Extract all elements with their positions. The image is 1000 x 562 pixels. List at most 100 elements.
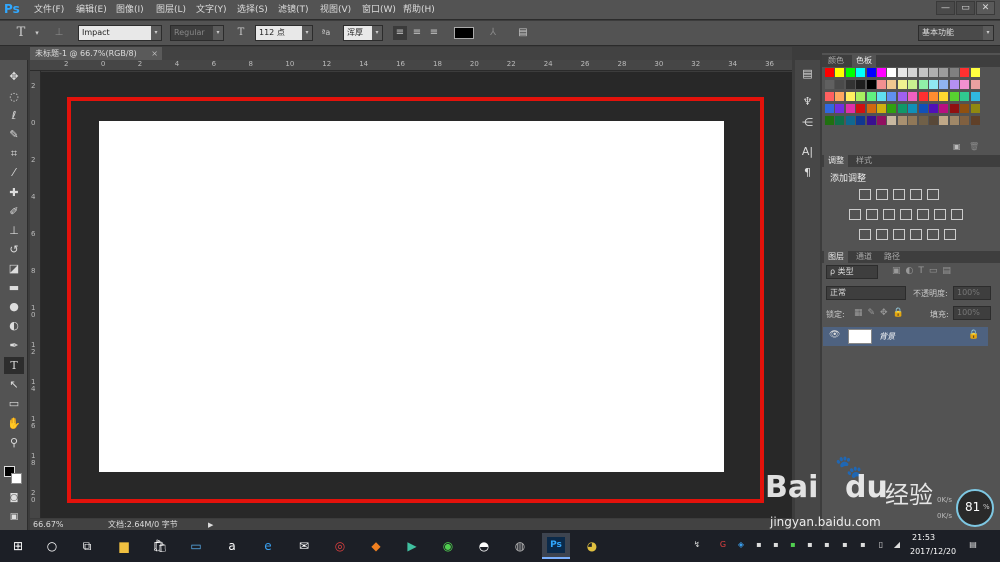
color-swatch[interactable] <box>929 116 938 125</box>
tab-styles[interactable]: 样式 <box>852 155 876 167</box>
quick-mask-icon[interactable]: ◙ <box>4 490 24 507</box>
background-color-swatch[interactable] <box>11 473 22 484</box>
file-explorer-icon[interactable]: ▆ <box>114 536 134 556</box>
opacity-input[interactable]: 100% <box>953 286 991 300</box>
text-color-swatch[interactable] <box>454 27 474 39</box>
color-swatch[interactable] <box>897 68 907 77</box>
menu-select[interactable]: 选择(S) <box>237 0 268 20</box>
tab-paths[interactable]: 路径 <box>880 251 904 263</box>
color-swatch[interactable] <box>908 92 918 101</box>
tray-icon-7[interactable]: ▪ <box>805 540 815 550</box>
chevron-down-icon[interactable]: ▾ <box>30 26 44 40</box>
color-swatch[interactable] <box>825 92 834 101</box>
menu-layer[interactable]: 图层(L) <box>156 0 186 20</box>
color-swatch[interactable] <box>970 92 980 101</box>
adjustment-icon[interactable] <box>900 209 912 220</box>
color-swatch[interactable] <box>835 92 845 101</box>
menu-type[interactable]: 文字(Y) <box>196 0 227 20</box>
net-meter[interactable]: 81 % <box>956 489 994 527</box>
align-left-icon[interactable]: ≡ <box>393 26 407 40</box>
netease-music-icon[interactable]: ◎ <box>330 536 350 556</box>
crop-tool-icon[interactable]: ⌗ <box>4 145 24 162</box>
character-panel-icon[interactable]: A| <box>798 143 817 160</box>
color-swatch[interactable] <box>835 68 845 77</box>
amazon-icon[interactable]: a <box>222 536 242 556</box>
adjustment-icon[interactable] <box>944 229 956 240</box>
color-swatch[interactable] <box>845 68 855 77</box>
color-swatch[interactable] <box>897 80 907 89</box>
qq-icon[interactable]: ◓ <box>474 536 494 556</box>
color-swatch[interactable] <box>877 68 886 77</box>
zoom-tool-icon[interactable]: ⚲ <box>4 434 24 451</box>
document-tab[interactable]: 未标题-1 @ 66.7%(RGB/8) × <box>30 47 162 60</box>
adjustment-icon[interactable] <box>934 209 946 220</box>
color-swatch[interactable] <box>929 80 938 89</box>
hand-tool-icon[interactable]: ✋ <box>4 415 24 432</box>
color-swatch[interactable] <box>939 68 949 77</box>
color-swatch[interactable] <box>949 92 959 101</box>
clock-time[interactable]: 21:53 <box>912 533 935 542</box>
color-swatch[interactable] <box>918 80 928 89</box>
computer-icon[interactable]: ▭ <box>186 536 206 556</box>
brush-presets-icon[interactable]: ⋲ <box>798 114 817 131</box>
screen-mode-icon[interactable]: ▣ <box>4 509 24 526</box>
menu-edit[interactable]: 编辑(E) <box>76 0 107 20</box>
color-swatch[interactable] <box>856 104 866 113</box>
adjustment-icon[interactable] <box>866 209 878 220</box>
task-view-icon[interactable]: ⧉ <box>77 536 97 556</box>
eye-icon[interactable]: 👁 <box>829 330 840 340</box>
rectangle-tool-icon[interactable]: ▭ <box>4 395 24 412</box>
color-swatch[interactable] <box>825 104 834 113</box>
adjustment-icon[interactable] <box>849 209 861 220</box>
color-swatch[interactable] <box>877 104 886 113</box>
path-select-tool-icon[interactable]: ↖ <box>4 376 24 393</box>
history-panel-icon[interactable]: ▤ <box>798 65 817 82</box>
color-swatch[interactable] <box>856 92 866 101</box>
color-swatch[interactable] <box>825 68 834 77</box>
marquee-tool-icon[interactable]: ◌ <box>4 88 24 105</box>
quick-select-tool-icon[interactable]: ✎ <box>4 126 24 143</box>
tab-color[interactable]: 颜色 <box>824 55 848 67</box>
color-swatch[interactable] <box>866 80 876 89</box>
video-player-icon[interactable]: ▶ <box>402 536 422 556</box>
color-swatch[interactable] <box>835 104 845 113</box>
adjustment-icon[interactable] <box>951 209 963 220</box>
restore-button[interactable]: ▭ <box>956 1 975 15</box>
app-icon[interactable]: ◆ <box>366 536 386 556</box>
color-swatch[interactable] <box>929 92 938 101</box>
color-swatch[interactable] <box>960 80 970 89</box>
fill-input[interactable]: 100% <box>953 306 991 320</box>
brush-tool-icon[interactable]: ✐ <box>4 203 24 220</box>
clock-date[interactable]: 2017/12/20 <box>910 547 956 556</box>
adjustment-icon[interactable] <box>910 189 922 200</box>
history-brush-tool-icon[interactable]: ↺ <box>4 241 24 258</box>
chrome-icon[interactable]: ◕ <box>582 536 602 556</box>
color-swatch[interactable] <box>970 80 980 89</box>
text-orientation-icon[interactable]: ⊥ <box>52 26 66 40</box>
color-swatch[interactable] <box>825 116 834 125</box>
color-swatch[interactable] <box>887 68 897 77</box>
color-swatch[interactable] <box>960 68 970 77</box>
color-swatch[interactable] <box>897 92 907 101</box>
tray-icon-4[interactable]: ▪ <box>754 540 764 550</box>
color-swatch[interactable] <box>877 92 886 101</box>
color-swatch[interactable] <box>887 80 897 89</box>
tray-icon-2[interactable]: G <box>718 540 728 550</box>
eyedropper-tool-icon[interactable]: ⁄ <box>4 164 24 181</box>
color-swatch[interactable] <box>845 80 855 89</box>
tab-layers[interactable]: 图层 <box>824 251 848 263</box>
notification-icon[interactable]: ▤ <box>968 540 978 550</box>
adjustment-icon[interactable] <box>893 189 905 200</box>
color-swatch[interactable] <box>845 116 855 125</box>
close-button[interactable]: ✕ <box>976 1 995 15</box>
lock-icons[interactable]: ▦✎✥🔒 <box>854 308 909 318</box>
dodge-tool-icon[interactable]: ◐ <box>4 317 24 334</box>
menu-image[interactable]: 图像(I) <box>116 0 144 20</box>
color-swatch[interactable] <box>887 104 897 113</box>
tray-icon-8[interactable]: ▪ <box>822 540 832 550</box>
adjustment-icon[interactable] <box>876 189 888 200</box>
pen-tool-icon[interactable]: ✒ <box>4 337 24 354</box>
color-swatch[interactable] <box>918 104 928 113</box>
color-swatch[interactable] <box>887 92 897 101</box>
tray-icon-9[interactable]: ▪ <box>840 540 850 550</box>
